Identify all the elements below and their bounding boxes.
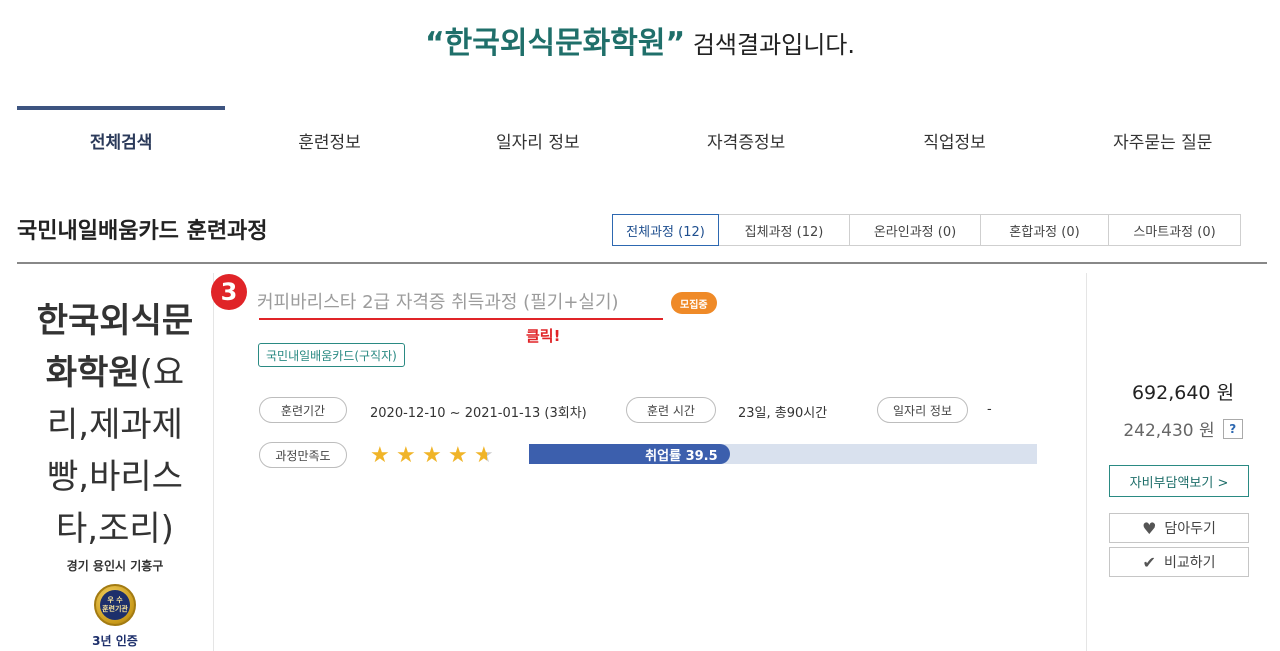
course-title-link[interactable]: 커피바리스타 2급 자격증 취득과정 (필기+실기) — [257, 288, 619, 314]
section-title: 국민내일배움카드 훈련과정 — [17, 219, 268, 244]
star-icon: ★ — [448, 443, 468, 468]
help-button[interactable]: ? — [1222, 418, 1243, 439]
tab-training-info[interactable]: 훈련정보 — [225, 106, 433, 170]
filter-online-courses[interactable]: 온라인과정 (0) — [849, 214, 981, 246]
highlight-underline — [259, 318, 663, 320]
certification-label: 3년 인증 — [92, 634, 138, 648]
badge-line-1: 우 수 — [107, 596, 123, 604]
tab-faq[interactable]: 자주묻는 질문 — [1059, 106, 1267, 170]
period-value: 2020-12-10 ~ 2021-01-13 (3회차) — [370, 406, 587, 421]
check-icon: ✔ — [1142, 552, 1156, 572]
institution-panel: 한국외식문화학원(요리,제과제빵,바리스타,조리) 경기 용인시 기흥구 우 수… — [17, 295, 213, 649]
self-pay-price-row: 242,430 원 ? — [1086, 416, 1280, 441]
period-label: 훈련기간 — [259, 397, 347, 423]
tab-all-search[interactable]: 전체검색 — [17, 106, 226, 170]
status-badge: 모집중 — [671, 292, 717, 314]
tab-job-info[interactable]: 일자리 정보 — [434, 106, 642, 170]
hours-label: 훈련 시간 — [626, 397, 716, 423]
badge-line-2: 훈련기관 — [102, 605, 128, 613]
jobs-info-label: 일자리 정보 — [877, 397, 968, 423]
filter-classroom-courses[interactable]: 집체과정 (12) — [718, 214, 850, 246]
satisfaction-rating: ★ ★ ★ ★ ★ — [370, 443, 500, 469]
star-icon: ★ — [422, 443, 442, 468]
filter-all-courses[interactable]: 전체과정 (12) — [612, 214, 719, 246]
card-type-tag: 국민내일배움카드(구직자) — [258, 343, 405, 367]
step-marker: 3 — [211, 274, 247, 310]
jobs-info-value: - — [987, 402, 992, 417]
heart-icon: ♥ — [1142, 518, 1157, 538]
save-button-label: 담아두기 — [1164, 521, 1216, 537]
compare-button-label: 비교하기 — [1163, 555, 1216, 571]
save-button[interactable]: ♥ 담아두기 — [1109, 513, 1249, 543]
compare-button[interactable]: ✔ 비교하기 — [1109, 547, 1249, 577]
click-hint: 클릭! — [526, 327, 561, 345]
institution-name[interactable]: 한국외식문화학원(요리,제과제빵,바리스타,조리) — [17, 295, 213, 555]
employment-rate-bar: 취업률 39.5 — [529, 444, 1037, 464]
star-icon: ★ — [370, 443, 390, 468]
hours-value: 23일, 총90시간 — [738, 406, 828, 421]
filter-blended-courses[interactable]: 혼합과정 (0) — [980, 214, 1109, 246]
tab-occupation-info[interactable]: 직업정보 — [850, 106, 1058, 170]
column-divider-right — [1086, 273, 1087, 651]
satisfaction-label: 과정만족도 — [259, 442, 347, 468]
tab-certificate-info[interactable]: 자격증정보 — [642, 106, 850, 170]
search-result-headline: “한국외식문화학원” 검색결과입니다. — [0, 18, 1280, 62]
self-pay-view-button[interactable]: 자비부담액보기 > — [1109, 465, 1249, 497]
self-pay-price: 242,430 원 — [1123, 421, 1215, 441]
excellent-institution-badge-icon: 우 수 훈련기관 — [94, 584, 136, 626]
search-result-suffix: 검색결과입니다. — [685, 31, 856, 59]
employment-rate-fill: 취업률 39.5 — [529, 444, 730, 464]
employment-rate-label: 취업률 39.5 — [645, 448, 718, 464]
main-tabs: 전체검색 훈련정보 일자리 정보 자격증정보 직업정보 자주묻는 질문 — [17, 106, 1267, 170]
star-icon: ★ — [474, 443, 500, 469]
institution-location: 경기 용인시 기흥구 — [66, 559, 164, 573]
course-price: 692,640 원 — [1131, 382, 1235, 404]
search-term: “한국외식문화학원” — [424, 26, 686, 61]
section-divider — [17, 262, 1267, 264]
course-type-filter: 전체과정 (12) 집체과정 (12) 온라인과정 (0) 혼합과정 (0) 스… — [612, 214, 1241, 246]
filter-smart-courses[interactable]: 스마트과정 (0) — [1108, 214, 1241, 246]
star-icon: ★ — [396, 443, 416, 468]
column-divider-left — [213, 273, 214, 651]
